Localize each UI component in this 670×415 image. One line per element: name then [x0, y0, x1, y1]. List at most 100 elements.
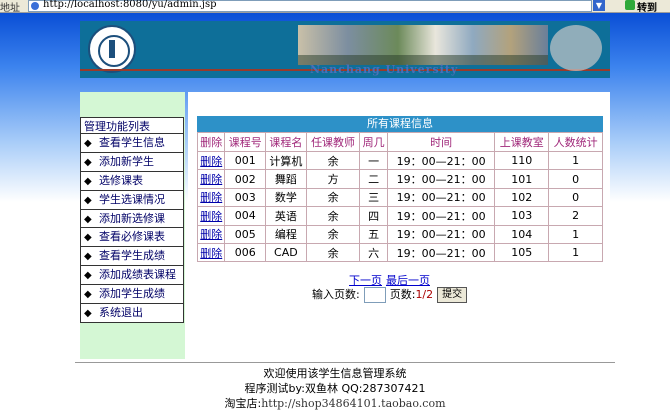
sidebar-item[interactable]: ◆ 添加新选修课 — [80, 209, 184, 229]
cell-teacher: 余 — [305, 150, 361, 171]
sidebar-item[interactable]: ◆ 查看学生成绩 — [80, 247, 184, 267]
cell-id: 003 — [224, 187, 267, 208]
course-table: 删除 课程号 课程名 任课教师 周几 时间 上课教室 人数统计 删除 001 计算机余一 19：00… — [196, 132, 603, 263]
go-button-label[interactable]: 转到 — [637, 0, 657, 14]
cell-room: 110 — [494, 150, 550, 171]
sidebar-item[interactable]: ◆ 添加新学生 — [80, 152, 184, 172]
diamond-bullet-icon: ◆ — [84, 156, 92, 168]
sidebar-item[interactable]: ◆ 系统退出 — [80, 304, 184, 323]
footer-shop: 淘宝店:http://shop34864101.taobao.com — [0, 396, 670, 411]
page-jump: 输入页数: 页数:1/2 提交 — [312, 286, 468, 304]
cell-id: 002 — [224, 169, 267, 189]
address-bar: 地址 http://localhost:8080/yu/admin.jsp ▼ … — [0, 0, 670, 14]
diamond-bullet-icon: ◆ — [84, 232, 92, 244]
cell-id: 001 — [224, 150, 267, 171]
cell-time: 19：00—21：00 — [386, 169, 496, 189]
campus-photos — [298, 25, 548, 65]
cell-name: 舞蹈 — [265, 169, 307, 189]
address-url: http://localhost:8080/yu/admin.jsp — [43, 0, 217, 10]
cell-room: 104 — [494, 224, 550, 244]
footer-shop-url[interactable]: http://shop34864101.taobao.com — [261, 397, 445, 410]
cell-time: 19：00—21：00 — [386, 150, 496, 171]
submit-button[interactable]: 提交 — [437, 287, 468, 303]
page-count-value: 1/2 — [415, 288, 434, 301]
diamond-bullet-icon: ◆ — [84, 289, 92, 301]
sidebar-item-label: 添加成绩表课程 — [99, 268, 176, 282]
cell-time: 19：00—21：00 — [386, 224, 496, 244]
table-row: 删除 003 数学余三 19：00—21：00 102 0 — [196, 187, 603, 208]
sidebar-item[interactable]: ◆ 查看必修课表 — [80, 228, 184, 248]
column-header: 周几 — [359, 132, 388, 152]
page-count-label: 页数: — [389, 288, 416, 301]
cell-room: 103 — [494, 206, 550, 226]
page-number-input[interactable] — [363, 287, 386, 303]
column-header: 删除 — [196, 132, 226, 152]
delete-cell: 删除 — [196, 242, 226, 263]
cell-count: 1 — [548, 150, 603, 171]
cell-day: 六 — [359, 242, 388, 263]
go-arrow-icon[interactable] — [625, 0, 635, 10]
delete-cell: 删除 — [196, 187, 226, 208]
table-row: 删除 001 计算机余一 19：00—21：00 110 1 — [196, 150, 603, 171]
footer: 欢迎使用该学生信息管理系统 程序测试by:双鱼林 QQ:287307421 淘宝… — [0, 366, 670, 411]
cell-count: 1 — [548, 224, 603, 244]
sidebar-item[interactable]: ◆ 添加学生成绩 — [80, 285, 184, 305]
course-table-wrapper: 所有课程信息 删除 课程号 课程名 任课教师 周几 时间 上课教室 人数统计 删除 001 计算机… — [196, 116, 603, 263]
cell-count: 0 — [548, 169, 603, 189]
delete-link[interactable]: 删除 — [200, 210, 222, 223]
cell-day: 一 — [359, 150, 388, 171]
sidebar-item[interactable]: ◆ 查看学生信息 — [80, 134, 184, 153]
address-dropdown-icon[interactable]: ▼ — [593, 0, 605, 11]
cell-room: 102 — [494, 187, 550, 208]
sidebar-item[interactable]: ◆ 学生选课情况 — [80, 190, 184, 210]
table-row: 删除 002 舞蹈方二 19：00—21：00 101 0 — [196, 169, 603, 189]
cell-teacher: 余 — [305, 206, 361, 226]
column-header: 课程号 — [224, 132, 267, 152]
sidebar-item[interactable]: ◆ 添加成绩表课程 — [80, 266, 184, 286]
cell-count: 0 — [548, 187, 603, 208]
cell-name: 编程 — [265, 224, 307, 244]
cell-time: 19：00—21：00 — [386, 206, 496, 226]
cell-count: 1 — [548, 242, 603, 263]
sidebar-item-label: 查看必修课表 — [99, 230, 165, 244]
sidebar-item-label: 查看学生信息 — [99, 136, 165, 149]
diamond-bullet-icon: ◆ — [84, 213, 92, 225]
diamond-bullet-icon: ◆ — [84, 138, 92, 149]
delete-cell: 删除 — [196, 224, 226, 244]
table-title: 所有课程信息 — [197, 116, 603, 132]
cell-day: 五 — [359, 224, 388, 244]
column-header: 时间 — [386, 132, 496, 152]
cell-id: 005 — [224, 224, 267, 244]
footer-shop-label: 淘宝店: — [224, 397, 262, 410]
jump-label: 输入页数: — [312, 288, 360, 301]
table-row: 删除 005 编程余五 19：00—21：00 104 1 — [196, 224, 603, 244]
cell-day: 二 — [359, 169, 388, 189]
cell-name: 英语 — [265, 206, 307, 226]
cell-day: 三 — [359, 187, 388, 208]
address-input[interactable]: http://localhost:8080/yu/admin.jsp — [28, 0, 592, 12]
delete-link[interactable]: 删除 — [200, 155, 222, 168]
sidebar-item[interactable]: ◆ 选修课表 — [80, 171, 184, 191]
ie-page-icon — [31, 2, 39, 10]
delete-link[interactable]: 删除 — [200, 191, 222, 204]
cell-room: 101 — [494, 169, 550, 189]
cell-teacher: 余 — [305, 224, 361, 244]
footer-divider — [75, 362, 615, 363]
cell-time: 19：00—21：00 — [386, 242, 496, 263]
footer-welcome: 欢迎使用该学生信息管理系统 — [263, 367, 407, 380]
sidebar-item-label: 添加新学生 — [99, 154, 154, 168]
diamond-bullet-icon: ◆ — [84, 270, 92, 282]
admin-menu: 管理功能列表 ◆ 查看学生信息 ◆ 添加新学生 ◆ 选修课表 ◆ 学生选课情况 ◆ 添加新选修课 ◆… — [80, 117, 184, 323]
cell-name: 数学 — [265, 187, 307, 208]
delete-link[interactable]: 删除 — [200, 173, 222, 186]
cell-room: 105 — [494, 242, 550, 263]
sidebar-item-label: 系统退出 — [99, 306, 143, 320]
delete-link[interactable]: 删除 — [200, 247, 222, 260]
table-row: 删除 004 英语余四 19：00—21：00 103 2 — [196, 206, 603, 226]
delete-link[interactable]: 删除 — [200, 228, 222, 241]
table-row: 删除 006 CAD 余六 19：00—21：00 105 1 — [196, 242, 603, 263]
university-name: Nanchang University — [310, 63, 459, 76]
cell-teacher: 余 — [305, 187, 361, 208]
column-header: 课程名 — [265, 132, 307, 152]
diamond-bullet-icon: ◆ — [84, 175, 92, 187]
